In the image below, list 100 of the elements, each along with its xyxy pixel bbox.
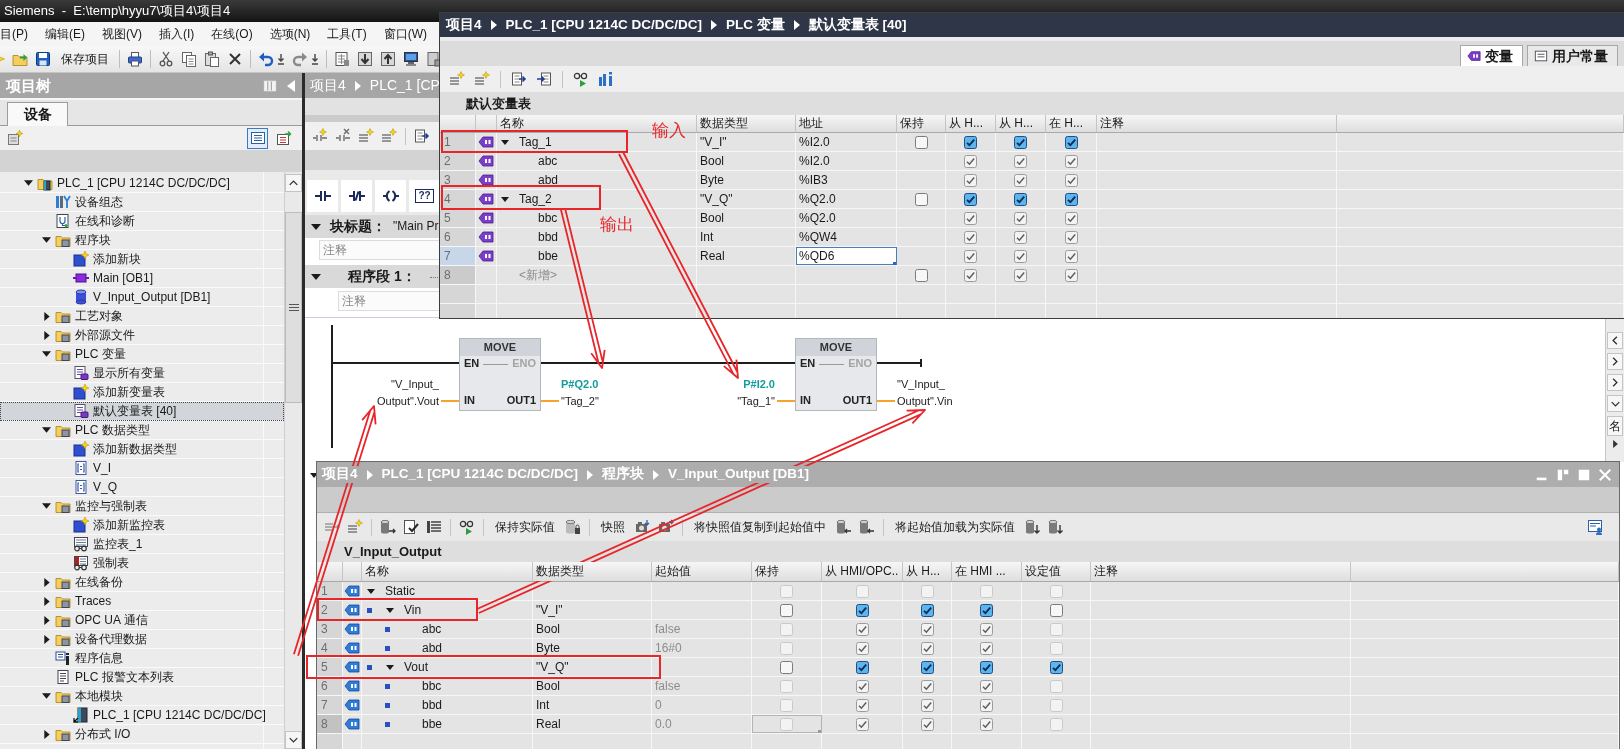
operand-label[interactable]: "Tag_2"	[561, 393, 599, 410]
camera-arrow-icon[interactable]	[658, 519, 674, 535]
dropdown-arrow-icon[interactable]	[311, 51, 319, 67]
checkbox[interactable]	[780, 660, 793, 674]
instruction-box[interactable]: MOVE EN ENO IN OUT1	[459, 338, 541, 411]
checkbox[interactable]	[855, 603, 869, 617]
checkbox[interactable]	[980, 603, 993, 617]
cylinder-lock-icon[interactable]	[565, 519, 581, 535]
column-header[interactable]: 注释	[1097, 115, 1337, 132]
column-header[interactable]: 在 H...	[1046, 115, 1097, 132]
side-button[interactable]	[1607, 353, 1623, 370]
toolbar-button[interactable]: 保持实际值	[492, 519, 558, 535]
caret-down-icon[interactable]	[42, 237, 51, 243]
column-header[interactable]: 从 H...	[996, 115, 1046, 132]
bars-icon[interactable]	[598, 71, 614, 87]
operand-label[interactable]: "Tag_1"	[737, 393, 775, 410]
operand-label[interactable]: "V_Input_ Output".Vout	[377, 376, 439, 410]
tree-item[interactable]: 外部源文件	[0, 326, 284, 345]
tree-item[interactable]: PLC 数据类型	[0, 421, 284, 440]
caret-down-icon[interactable]	[42, 693, 51, 699]
side-button[interactable]	[1607, 395, 1623, 412]
checkbox[interactable]	[914, 135, 928, 149]
caret-down-icon[interactable]	[42, 503, 51, 509]
tree-item[interactable]: 在线和诊断	[0, 212, 284, 231]
caret-down-icon[interactable]	[311, 273, 321, 280]
caret-right-icon[interactable]	[43, 634, 50, 644]
document-arrow-icon[interactable]	[414, 128, 430, 144]
breadcrumb-item[interactable]: PLC 变量	[726, 16, 785, 34]
checkbox[interactable]	[1014, 192, 1027, 206]
scroll-up-button[interactable]	[285, 174, 302, 192]
column-header[interactable]: 从 HMI/OPC..	[822, 562, 903, 581]
device-sparkle-icon[interactable]	[7, 130, 23, 146]
menu-item[interactable]: 编辑(E)	[45, 26, 85, 42]
toolbar-button[interactable]: 将快照值复制到起始值中	[691, 519, 829, 535]
tree-item[interactable]: PLC_1 [CPU 1214C DC/DC/DC]	[0, 174, 284, 193]
caret-down-icon[interactable]	[311, 223, 321, 230]
tree-item[interactable]: Traces	[0, 592, 284, 611]
tree-item[interactable]: 监控与强制表	[0, 497, 284, 516]
operand-label[interactable]: "V_Input_ Output".Vin	[897, 376, 953, 410]
tree-item[interactable]: OPC UA 通信	[0, 611, 284, 630]
tree-item[interactable]: 设备组态	[0, 193, 284, 212]
menu-item[interactable]: 视图(V)	[102, 26, 142, 42]
caret-right-icon[interactable]	[43, 596, 50, 606]
column-header[interactable]: 数据类型	[533, 562, 652, 581]
document-check-icon[interactable]	[403, 519, 419, 535]
copy-icon[interactable]	[181, 51, 197, 67]
empty-box-button[interactable]: ??	[409, 180, 440, 212]
tree-item[interactable]: 程序块	[0, 231, 284, 250]
tree-item[interactable]: 本地模块	[0, 687, 284, 706]
tree-item[interactable]: V_Input_Output [DB1]	[0, 288, 284, 307]
menu-item[interactable]: 在线(O)	[211, 26, 253, 42]
lines-sparkle-icon[interactable]	[381, 128, 397, 144]
toolbar-button[interactable]: 将起始值加载为实际值	[892, 519, 1018, 535]
column-header[interactable]: 保持	[752, 562, 822, 581]
caret-right-icon[interactable]	[43, 311, 50, 321]
instruction-box[interactable]: MOVE EN ENO IN OUT1	[795, 338, 877, 411]
column-header[interactable]: 设定值	[1022, 562, 1091, 581]
cylinder-down-icon[interactable]	[1025, 519, 1041, 535]
column-header[interactable]: 名称	[362, 562, 533, 581]
save-icon[interactable]	[35, 51, 51, 67]
undo-icon[interactable]	[258, 51, 274, 67]
column-header[interactable]: 起始值	[652, 562, 752, 581]
checkbox[interactable]	[980, 660, 993, 674]
caret-right-icon[interactable]	[43, 577, 50, 587]
menu-item[interactable]: 工具(T)	[327, 26, 367, 42]
checkbox[interactable]	[964, 135, 977, 149]
checkbox[interactable]	[1064, 135, 1078, 149]
column-header[interactable]: 从 H...	[946, 115, 996, 132]
tree-item[interactable]: 强制表	[0, 554, 284, 573]
tree-item[interactable]: PLC 报警文本列表	[0, 668, 284, 687]
checkbox[interactable]	[855, 660, 869, 674]
tree-item[interactable]: 分布式 I/O	[0, 725, 284, 744]
column-header[interactable]: 注释	[1091, 562, 1351, 581]
comment-field[interactable]: 注释	[319, 240, 440, 260]
tree-item[interactable]: 设备代理数据	[0, 630, 284, 649]
breadcrumb-item[interactable]: 项目4	[446, 16, 482, 34]
download-icon[interactable]	[357, 51, 373, 67]
document-arrow-icon[interactable]	[511, 71, 527, 87]
view-button[interactable]	[247, 127, 268, 149]
menu-item[interactable]: 选项(N)	[269, 26, 311, 42]
triangle-right-icon[interactable]	[1612, 440, 1618, 449]
window-user-icon[interactable]	[1587, 519, 1603, 535]
column-header[interactable]: 数据类型	[697, 115, 796, 132]
delete-icon[interactable]	[227, 51, 243, 67]
document-grid-icon[interactable]	[334, 51, 350, 67]
list-icon[interactable]	[426, 519, 442, 535]
menu-item[interactable]: 窗口(W)	[383, 26, 427, 42]
breadcrumb-item[interactable]: PLC_1 [CPU 1214C DC/DC/DC]	[505, 16, 703, 34]
caret-down-icon[interactable]	[42, 427, 51, 433]
lines-sparkle-icon[interactable]	[358, 128, 374, 144]
lines-sparkle-icon[interactable]	[474, 71, 490, 87]
caret-down-icon[interactable]	[386, 607, 394, 613]
caret-down-icon[interactable]	[386, 664, 394, 670]
checkbox[interactable]	[1049, 660, 1063, 674]
glasses-icon[interactable]	[573, 71, 589, 87]
column-header[interactable]: 地址	[796, 115, 897, 132]
menu-item[interactable]: 插入(I)	[159, 26, 195, 42]
rung-cross-icon[interactable]	[335, 128, 351, 144]
checkbox[interactable]	[780, 603, 793, 617]
caret-right-icon[interactable]	[43, 615, 50, 625]
